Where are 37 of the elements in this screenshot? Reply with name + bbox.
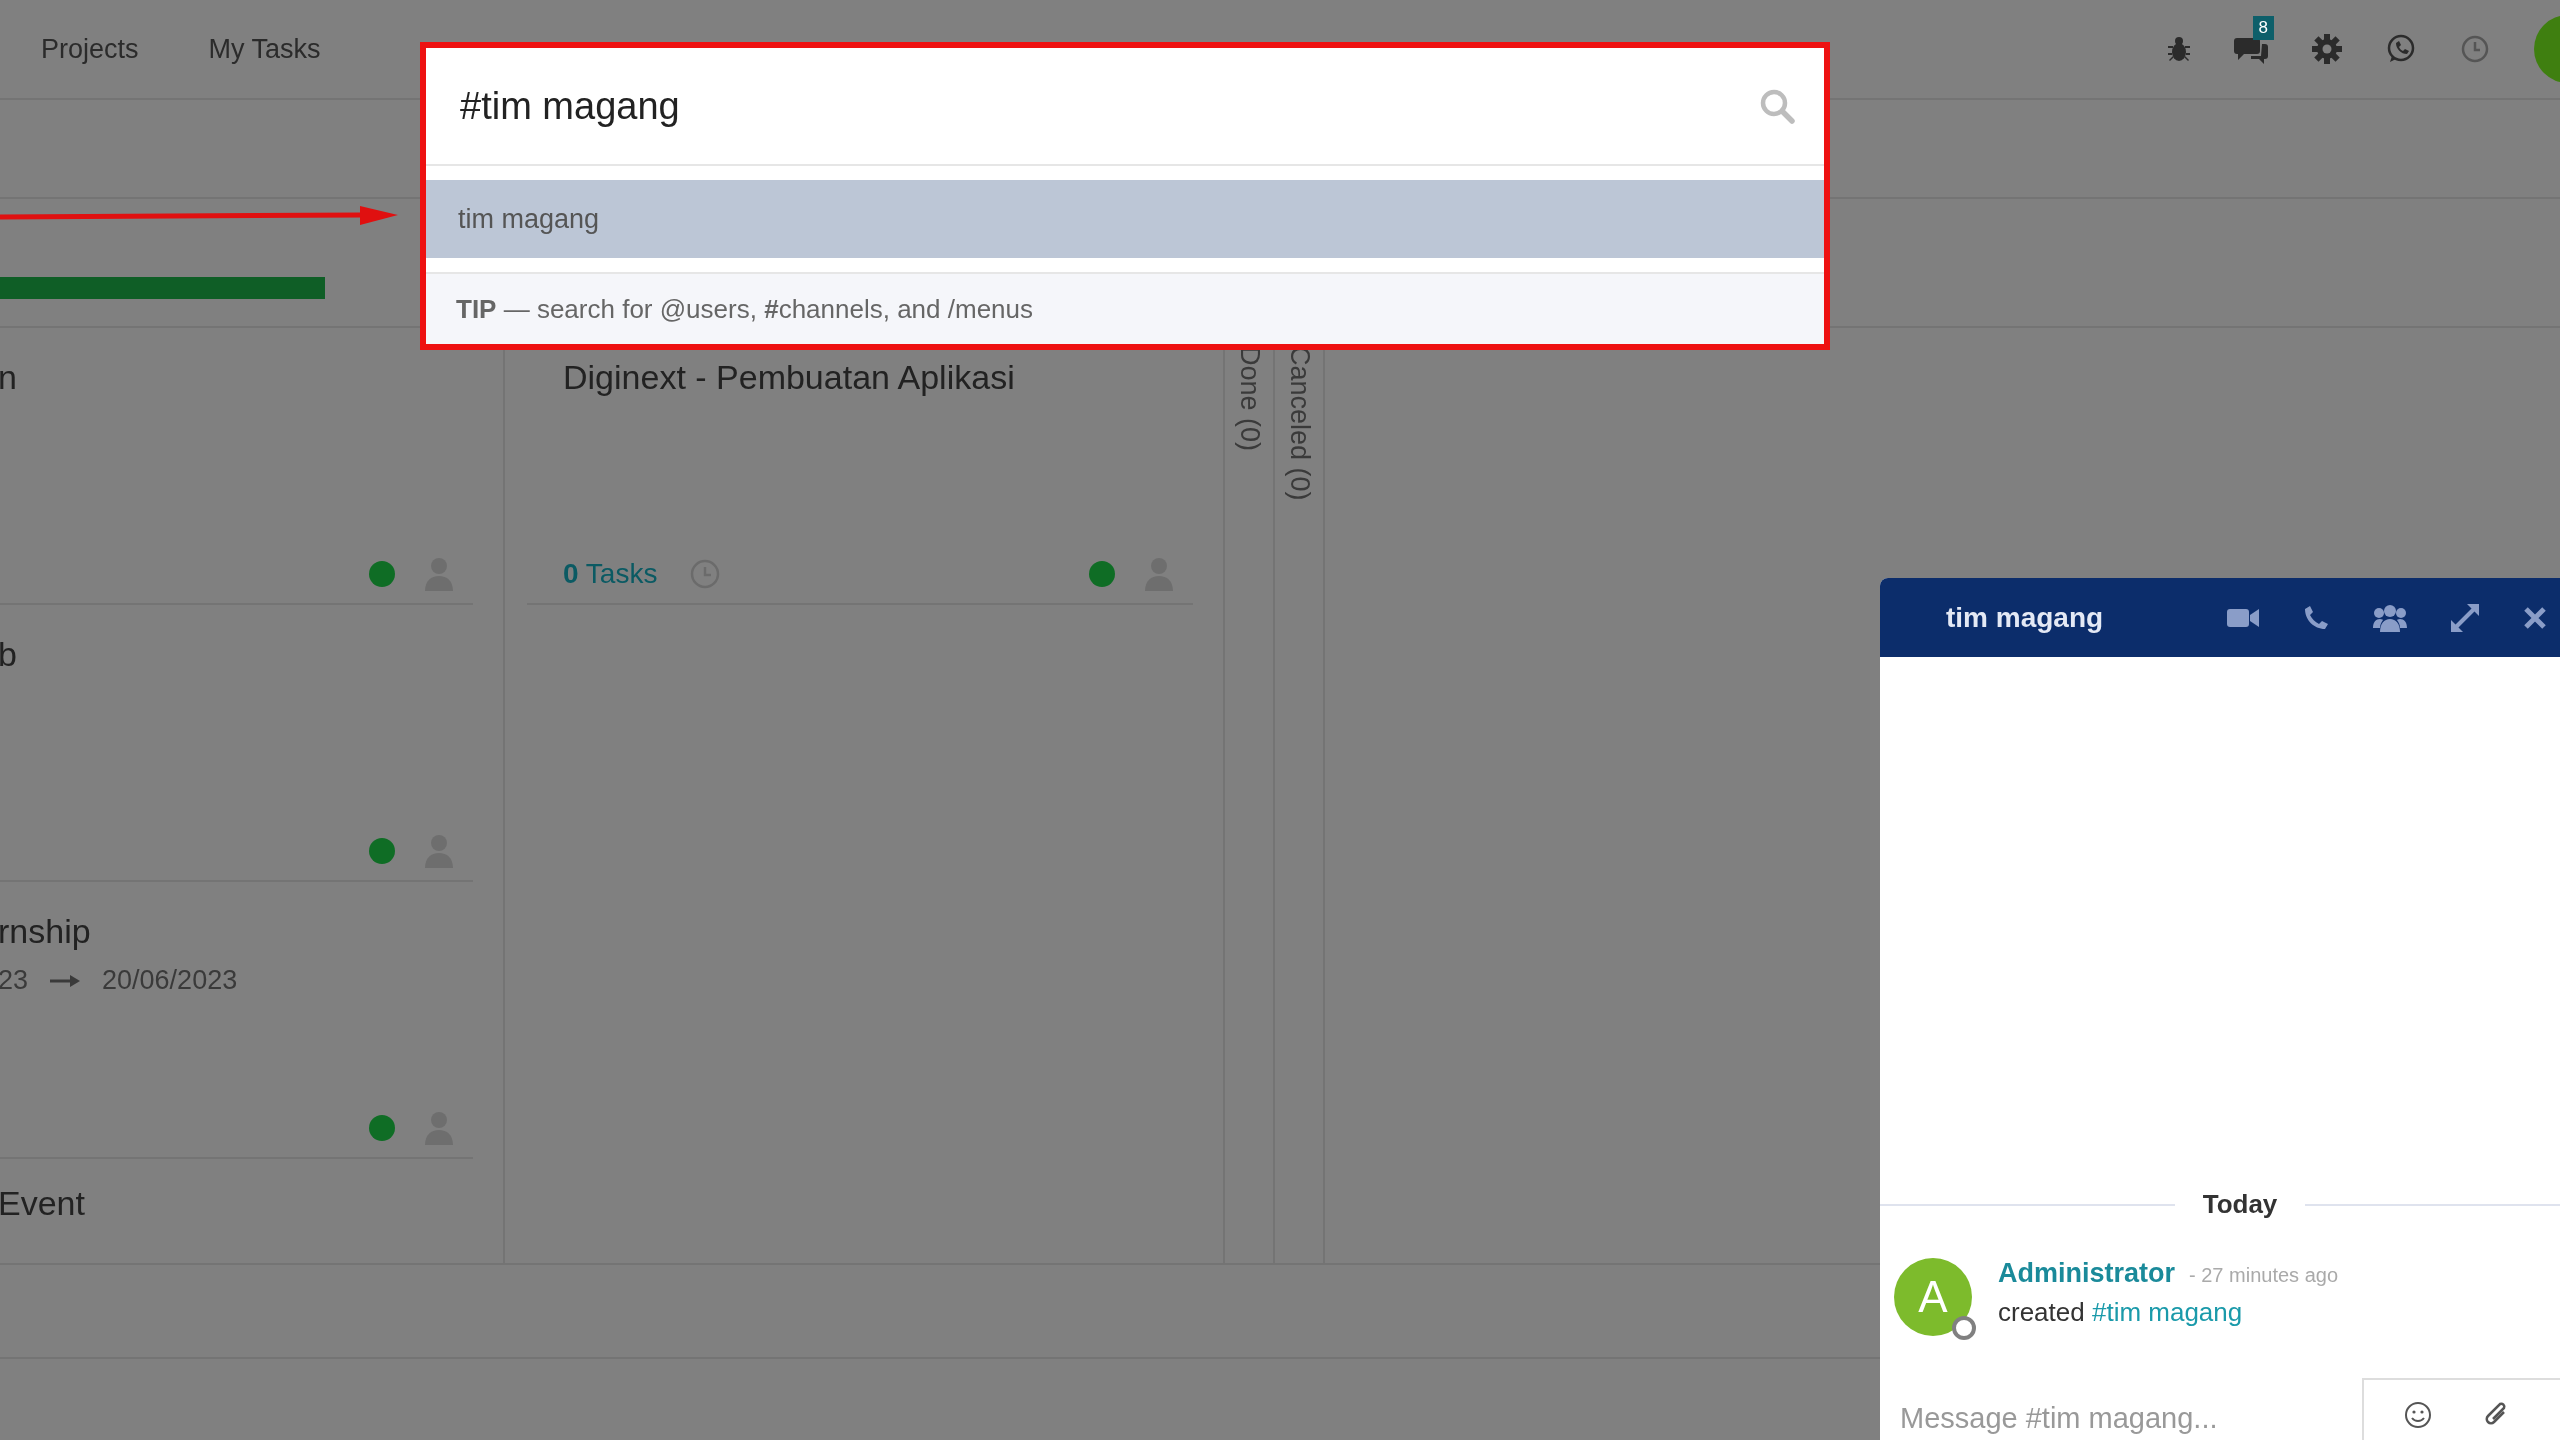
notification-badge: 8 xyxy=(2252,16,2274,40)
status-dot[interactable] xyxy=(1089,561,1115,587)
author-name[interactable]: Administrator xyxy=(1998,1258,2176,1289)
menu-item[interactable]: Projects xyxy=(41,33,139,65)
card-title[interactable]: rnship xyxy=(0,912,473,951)
card-title[interactable]: b xyxy=(0,635,473,674)
card-title[interactable]: Event xyxy=(0,1184,473,1223)
menu-item[interactable]: My Tasks xyxy=(208,33,321,65)
search-field[interactable]: #tim magang xyxy=(458,83,1758,129)
message-field[interactable]: Message #tim magang... xyxy=(1880,1377,2362,1440)
expand-icon[interactable] xyxy=(2451,603,2480,632)
search-result[interactable]: tim magang xyxy=(426,180,1824,258)
end-date: 20/06/2023 xyxy=(102,965,238,996)
date-divider: Today xyxy=(2202,1189,2278,1220)
card-title[interactable]: Diginext - Pembuatan Aplikasi xyxy=(527,358,1193,397)
status-dot[interactable] xyxy=(369,1115,395,1141)
start-date: 23 xyxy=(0,965,29,996)
bug-icon[interactable] xyxy=(2168,36,2190,62)
search-tip: TIP — search for @users, #channels, and /menus xyxy=(456,293,1033,325)
message-text: created #tim magang xyxy=(1998,1297,2244,1328)
status-icon xyxy=(1952,1316,1976,1340)
close-icon[interactable] xyxy=(2523,605,2548,630)
emoji-icon[interactable] xyxy=(2404,1401,2432,1429)
video-camera-icon[interactable] xyxy=(2227,606,2260,629)
status-dot[interactable] xyxy=(369,838,395,864)
channel-link[interactable]: #tim magang xyxy=(2091,1297,2243,1327)
message-time: - 27 minutes ago xyxy=(2189,1264,2338,1287)
group-icon[interactable] xyxy=(2373,603,2408,632)
phone-icon[interactable] xyxy=(2303,604,2330,631)
status-dot[interactable] xyxy=(369,561,395,587)
clock-icon[interactable] xyxy=(2460,34,2490,64)
folded-column-label[interactable]: Canceled (0) xyxy=(1283,346,1315,501)
search-icon[interactable] xyxy=(1758,87,1796,125)
chat-title: tim magang xyxy=(1946,601,2104,634)
card-title[interactable]: n xyxy=(0,358,473,397)
arrow-icon xyxy=(50,974,81,987)
phone-bubble-icon[interactable] xyxy=(2386,34,2416,64)
